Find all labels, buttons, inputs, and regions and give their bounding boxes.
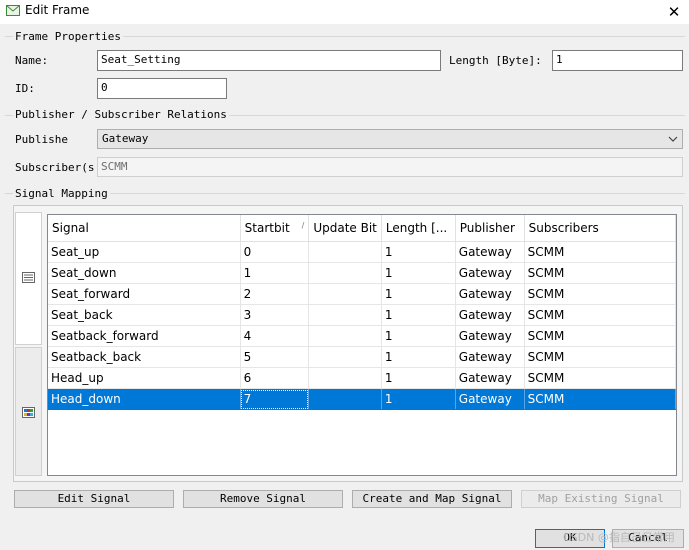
table-row[interactable]: Seat_down 1 1 Gateway SCMM [48, 262, 676, 284]
cell-signal[interactable]: Head_up [48, 367, 241, 389]
cell-subscribers[interactable]: SCMM [524, 304, 676, 326]
cell-subscribers[interactable]: SCMM [524, 283, 676, 305]
cell-length[interactable]: 1 [381, 346, 456, 368]
cell-length[interactable]: 1 [381, 283, 456, 305]
cell-length[interactable]: 1 [381, 241, 456, 263]
cell-update-bit[interactable] [308, 388, 382, 410]
cell-signal[interactable]: Seat_up [48, 241, 241, 263]
cell-publisher[interactable]: Gateway [455, 304, 525, 326]
cell-publisher[interactable]: Gateway [455, 283, 525, 305]
cell-update-bit[interactable] [308, 304, 382, 326]
cell-publisher[interactable]: Gateway [455, 388, 525, 410]
cell-length[interactable]: 1 [381, 367, 456, 389]
cell-signal[interactable]: Seat_forward [48, 283, 241, 305]
close-button[interactable]: ✕ [662, 1, 686, 23]
name-label: Name: [15, 54, 49, 67]
table-row[interactable]: Head_down 7 1 Gateway SCMM [48, 388, 676, 410]
column-header-startbit[interactable]: Startbit / [240, 215, 310, 242]
publisher-label: Publishe [15, 133, 68, 146]
id-field[interactable]: 0 [97, 78, 227, 99]
subscriber-field: SCMM [97, 157, 683, 177]
create-and-map-signal-button[interactable]: Create and Map Signal [352, 490, 512, 508]
length-label: Length [Byte]: [449, 54, 542, 67]
subscriber-label: Subscriber(s [15, 161, 95, 174]
relations-title: Publisher / Subscriber Relations [13, 108, 229, 121]
signal-mapping-title: Signal Mapping [13, 187, 110, 200]
cell-length[interactable]: 1 [381, 388, 456, 410]
cell-update-bit[interactable] [308, 241, 382, 263]
cell-subscribers[interactable]: SCMM [524, 262, 676, 284]
header-row: Signal Startbit / Update Bit Length [...… [48, 215, 676, 242]
table-row[interactable]: Head_up 6 1 Gateway SCMM [48, 367, 676, 389]
table-row[interactable]: Seatback_back 5 1 Gateway SCMM [48, 346, 676, 368]
frame-properties-title: Frame Properties [13, 30, 123, 43]
cell-startbit[interactable]: 2 [240, 283, 310, 305]
watermark-text: CSDN @指自己日常用 [563, 531, 675, 544]
id-label: ID: [15, 82, 35, 95]
cell-publisher[interactable]: Gateway [455, 325, 525, 347]
cell-update-bit[interactable] [308, 346, 382, 368]
cell-startbit[interactable]: 0 [240, 241, 310, 263]
cell-subscribers[interactable]: SCMM [524, 325, 676, 347]
column-header-publisher[interactable]: Publisher [455, 215, 525, 242]
cell-publisher[interactable]: Gateway [455, 367, 525, 389]
cell-publisher[interactable]: Gateway [455, 346, 525, 368]
side-tab-colors[interactable] [15, 347, 42, 476]
publisher-combo[interactable]: Gateway [97, 129, 683, 149]
cell-signal[interactable]: Seatback_back [48, 346, 241, 368]
length-field[interactable]: 1 [552, 50, 683, 71]
sort-indicator-icon: / [301, 221, 305, 230]
cell-signal[interactable]: Seatback_forward [48, 325, 241, 347]
column-header-signal[interactable]: Signal [48, 215, 241, 242]
side-tab-list[interactable] [15, 212, 42, 345]
remove-signal-button[interactable]: Remove Signal [183, 490, 343, 508]
list-view-icon [22, 272, 35, 283]
cell-update-bit[interactable] [308, 283, 382, 305]
publisher-combo-value: Gateway [102, 132, 149, 145]
cell-signal[interactable]: Seat_down [48, 262, 241, 284]
window-title: Edit Frame [25, 3, 90, 17]
edit-signal-button[interactable]: Edit Signal [14, 490, 174, 508]
cell-startbit[interactable]: 7 [240, 388, 310, 410]
column-header-length[interactable]: Length [... [381, 215, 456, 242]
cell-length[interactable]: 1 [381, 325, 456, 347]
cell-subscribers[interactable]: SCMM [524, 241, 676, 263]
cell-signal[interactable]: Seat_back [48, 304, 241, 326]
color-grid-icon [22, 407, 35, 418]
cell-signal[interactable]: Head_down [48, 388, 241, 410]
cell-publisher[interactable]: Gateway [455, 262, 525, 284]
chevron-down-icon [668, 136, 678, 142]
column-header-update-bit[interactable]: Update Bit [308, 215, 382, 242]
cell-startbit[interactable]: 5 [240, 346, 310, 368]
cell-update-bit[interactable] [308, 262, 382, 284]
cell-startbit[interactable]: 4 [240, 325, 310, 347]
table-row[interactable]: Seat_back 3 1 Gateway SCMM [48, 304, 676, 326]
cell-length[interactable]: 1 [381, 304, 456, 326]
cell-subscribers[interactable]: SCMM [524, 346, 676, 368]
signal-grid[interactable]: Signal Startbit / Update Bit Length [...… [47, 214, 677, 476]
envelope-icon [6, 5, 20, 16]
table-row[interactable]: Seat_forward 2 1 Gateway SCMM [48, 283, 676, 305]
cell-startbit[interactable]: 6 [240, 367, 310, 389]
table-row[interactable]: Seat_up 0 1 Gateway SCMM [48, 241, 676, 263]
cell-startbit[interactable]: 1 [240, 262, 310, 284]
name-field[interactable]: Seat_Setting [97, 50, 441, 71]
cell-publisher[interactable]: Gateway [455, 241, 525, 263]
cell-subscribers[interactable]: SCMM [524, 388, 676, 410]
cell-subscribers[interactable]: SCMM [524, 367, 676, 389]
table-row[interactable]: Seatback_forward 4 1 Gateway SCMM [48, 325, 676, 347]
cell-length[interactable]: 1 [381, 262, 456, 284]
column-header-subscribers[interactable]: Subscribers [524, 215, 676, 242]
title-bar [0, 0, 689, 24]
map-existing-signal-button: Map Existing Signal [521, 490, 681, 508]
cell-update-bit[interactable] [308, 325, 382, 347]
signal-table: Signal Startbit / Update Bit Length [...… [48, 215, 676, 410]
cell-startbit[interactable]: 3 [240, 304, 310, 326]
cell-update-bit[interactable] [308, 367, 382, 389]
